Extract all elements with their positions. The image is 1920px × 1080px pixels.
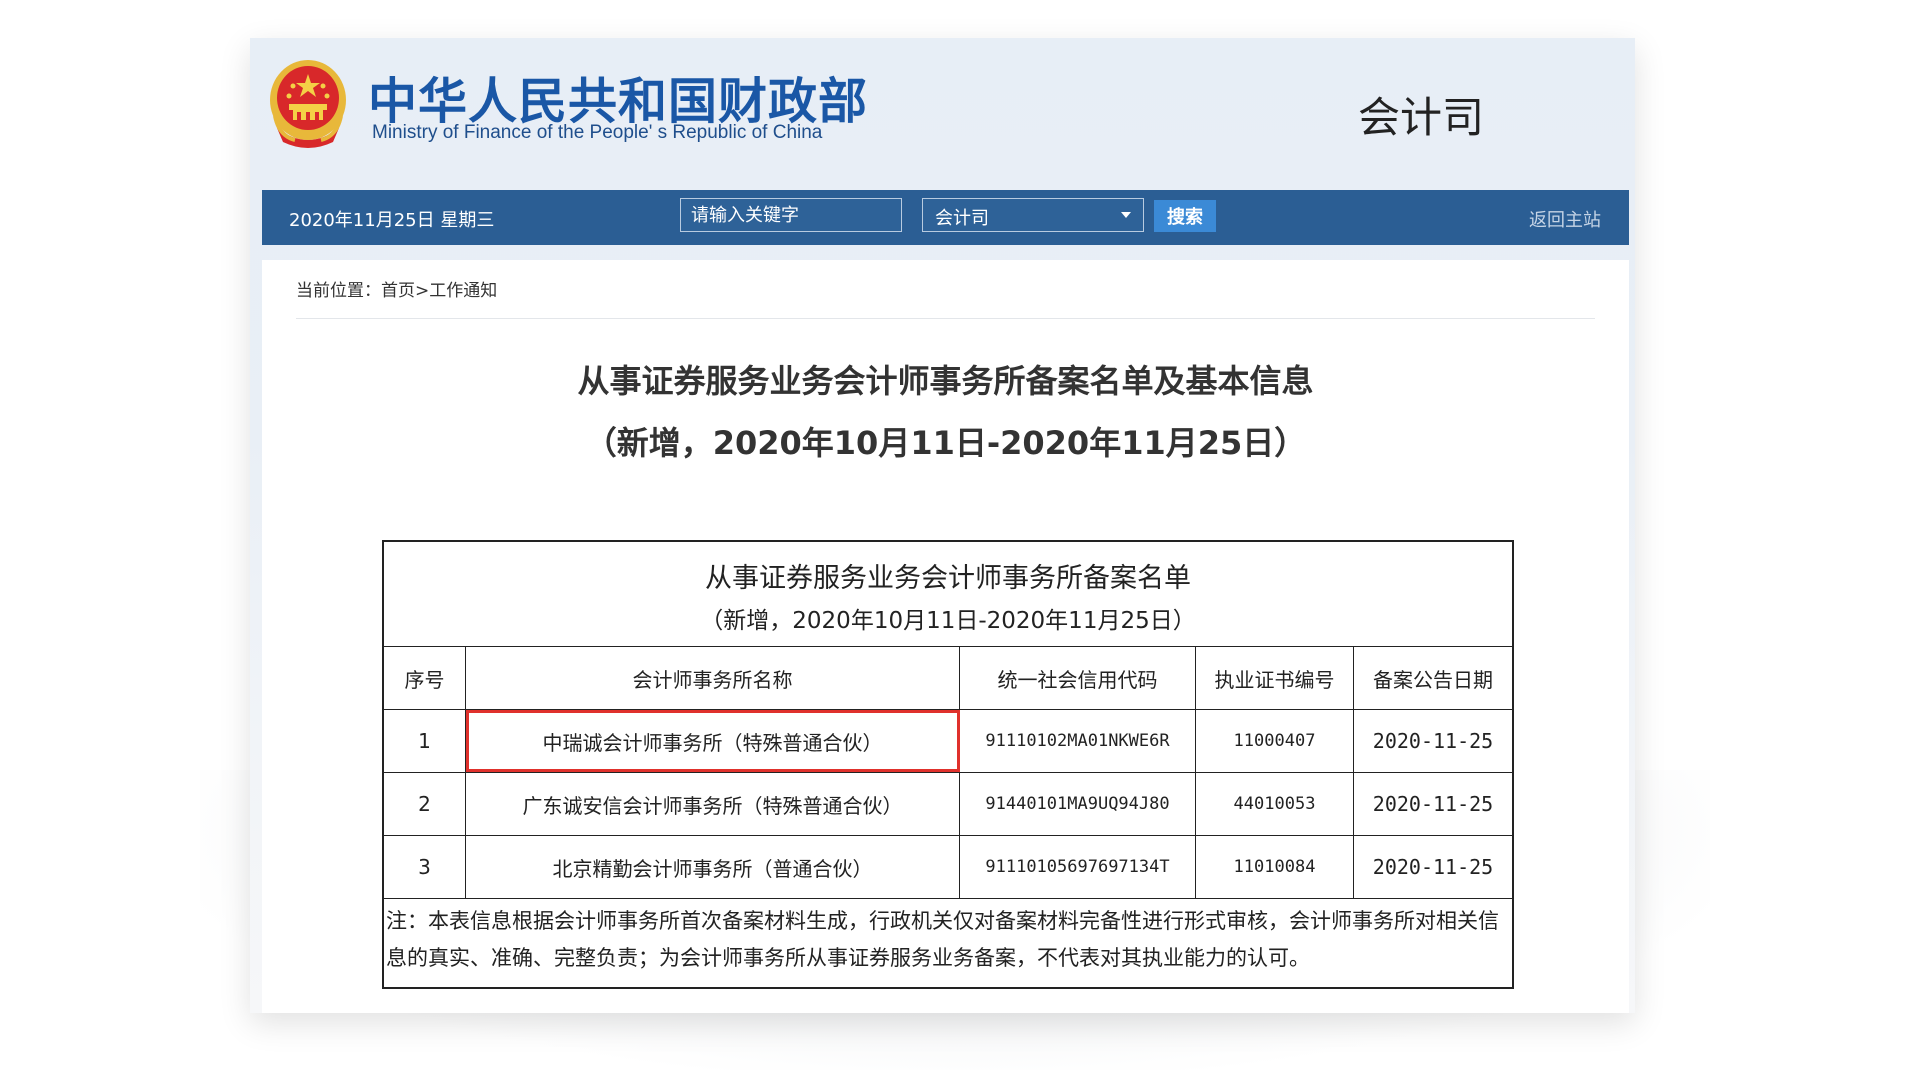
breadcrumb[interactable]: 当前位置：首页>工作通知	[296, 276, 497, 301]
credit-code: 91440101MA9UQ94J80	[960, 773, 1196, 835]
credit-code: 91110105697697134T	[960, 836, 1196, 898]
content-panel: 当前位置：首页>工作通知 从事证券服务业务会计师事务所备案名单及基本信息 （新增…	[262, 260, 1629, 1013]
table-caption-subtitle: （新增，2020年10月11日-2020年11月25日）	[700, 608, 1196, 634]
firm-name-highlighted: 中瑞诚会计师事务所（特殊普通合伙）	[466, 710, 960, 772]
row-index: 2	[384, 773, 466, 835]
row-index: 1	[384, 710, 466, 772]
article-title: 从事证券服务业务会计师事务所备案名单及基本信息	[577, 362, 1314, 400]
filing-table: 从事证券服务业务会计师事务所备案名单 （新增，2020年10月11日-2020年…	[382, 540, 1514, 989]
column-header: 会计师事务所名称	[466, 647, 960, 709]
breadcrumb-divider	[296, 318, 1595, 319]
table-row: 1 中瑞诚会计师事务所（特殊普通合伙） 91110102MA01NKWE6R 1…	[384, 710, 1512, 773]
firm-name: 北京精勤会计师事务所（普通合伙）	[466, 836, 960, 898]
return-home-link[interactable]: 返回主站	[1529, 206, 1601, 232]
column-header: 统一社会信用代码	[960, 647, 1196, 709]
article-subtitle: （新增，2020年10月11日-2020年11月25日）	[584, 424, 1307, 462]
browser-page: 中华人民共和国财政部 Ministry of Finance of the Pe…	[250, 38, 1635, 1013]
filing-date: 2020-11-25	[1372, 792, 1494, 816]
site-title-english: Ministry of Finance of the People' s Rep…	[372, 122, 823, 143]
nav-bar: 2020年11月25日 星期三 会计司 搜索 返回主站	[262, 190, 1629, 245]
row-index: 3	[384, 836, 466, 898]
column-header: 备案公告日期	[1373, 667, 1493, 692]
scope-select-value: 会计司	[935, 208, 989, 229]
table-note: 注：本表信息根据会计师事务所首次备案材料生成，行政机关仅对备案材料完备性进行形式…	[386, 909, 1499, 970]
scope-select[interactable]: 会计司	[922, 198, 1144, 232]
license-number: 11000407	[1196, 710, 1354, 772]
filing-date: 2020-11-25	[1372, 729, 1494, 753]
department-name: 会计司	[1358, 93, 1485, 142]
table-row: 2 广东诚安信会计师事务所（特殊普通合伙） 91440101MA9UQ94J80…	[384, 773, 1512, 836]
column-header: 序号	[384, 647, 466, 709]
firm-name: 广东诚安信会计师事务所（特殊普通合伙）	[466, 773, 960, 835]
table-header-row: 序号 会计师事务所名称 统一社会信用代码 执业证书编号 备案公告日期	[384, 647, 1512, 710]
search-input[interactable]	[680, 198, 902, 232]
chevron-down-icon	[1121, 212, 1131, 218]
license-number: 11010084	[1196, 836, 1354, 898]
column-header: 执业证书编号	[1196, 647, 1354, 709]
table-caption-title: 从事证券服务业务会计师事务所备案名单	[705, 563, 1191, 594]
filing-date: 2020-11-25	[1372, 855, 1494, 879]
table-row: 3 北京精勤会计师事务所（普通合伙） 91110105697697134T 11…	[384, 836, 1512, 899]
table-caption: 从事证券服务业务会计师事务所备案名单 （新增，2020年10月11日-2020年…	[384, 542, 1512, 647]
license-number: 44010053	[1196, 773, 1354, 835]
national-emblem-icon	[270, 60, 346, 148]
current-date: 2020年11月25日 星期三	[289, 210, 495, 231]
search-button[interactable]: 搜索	[1154, 200, 1216, 232]
credit-code: 91110102MA01NKWE6R	[960, 710, 1196, 772]
